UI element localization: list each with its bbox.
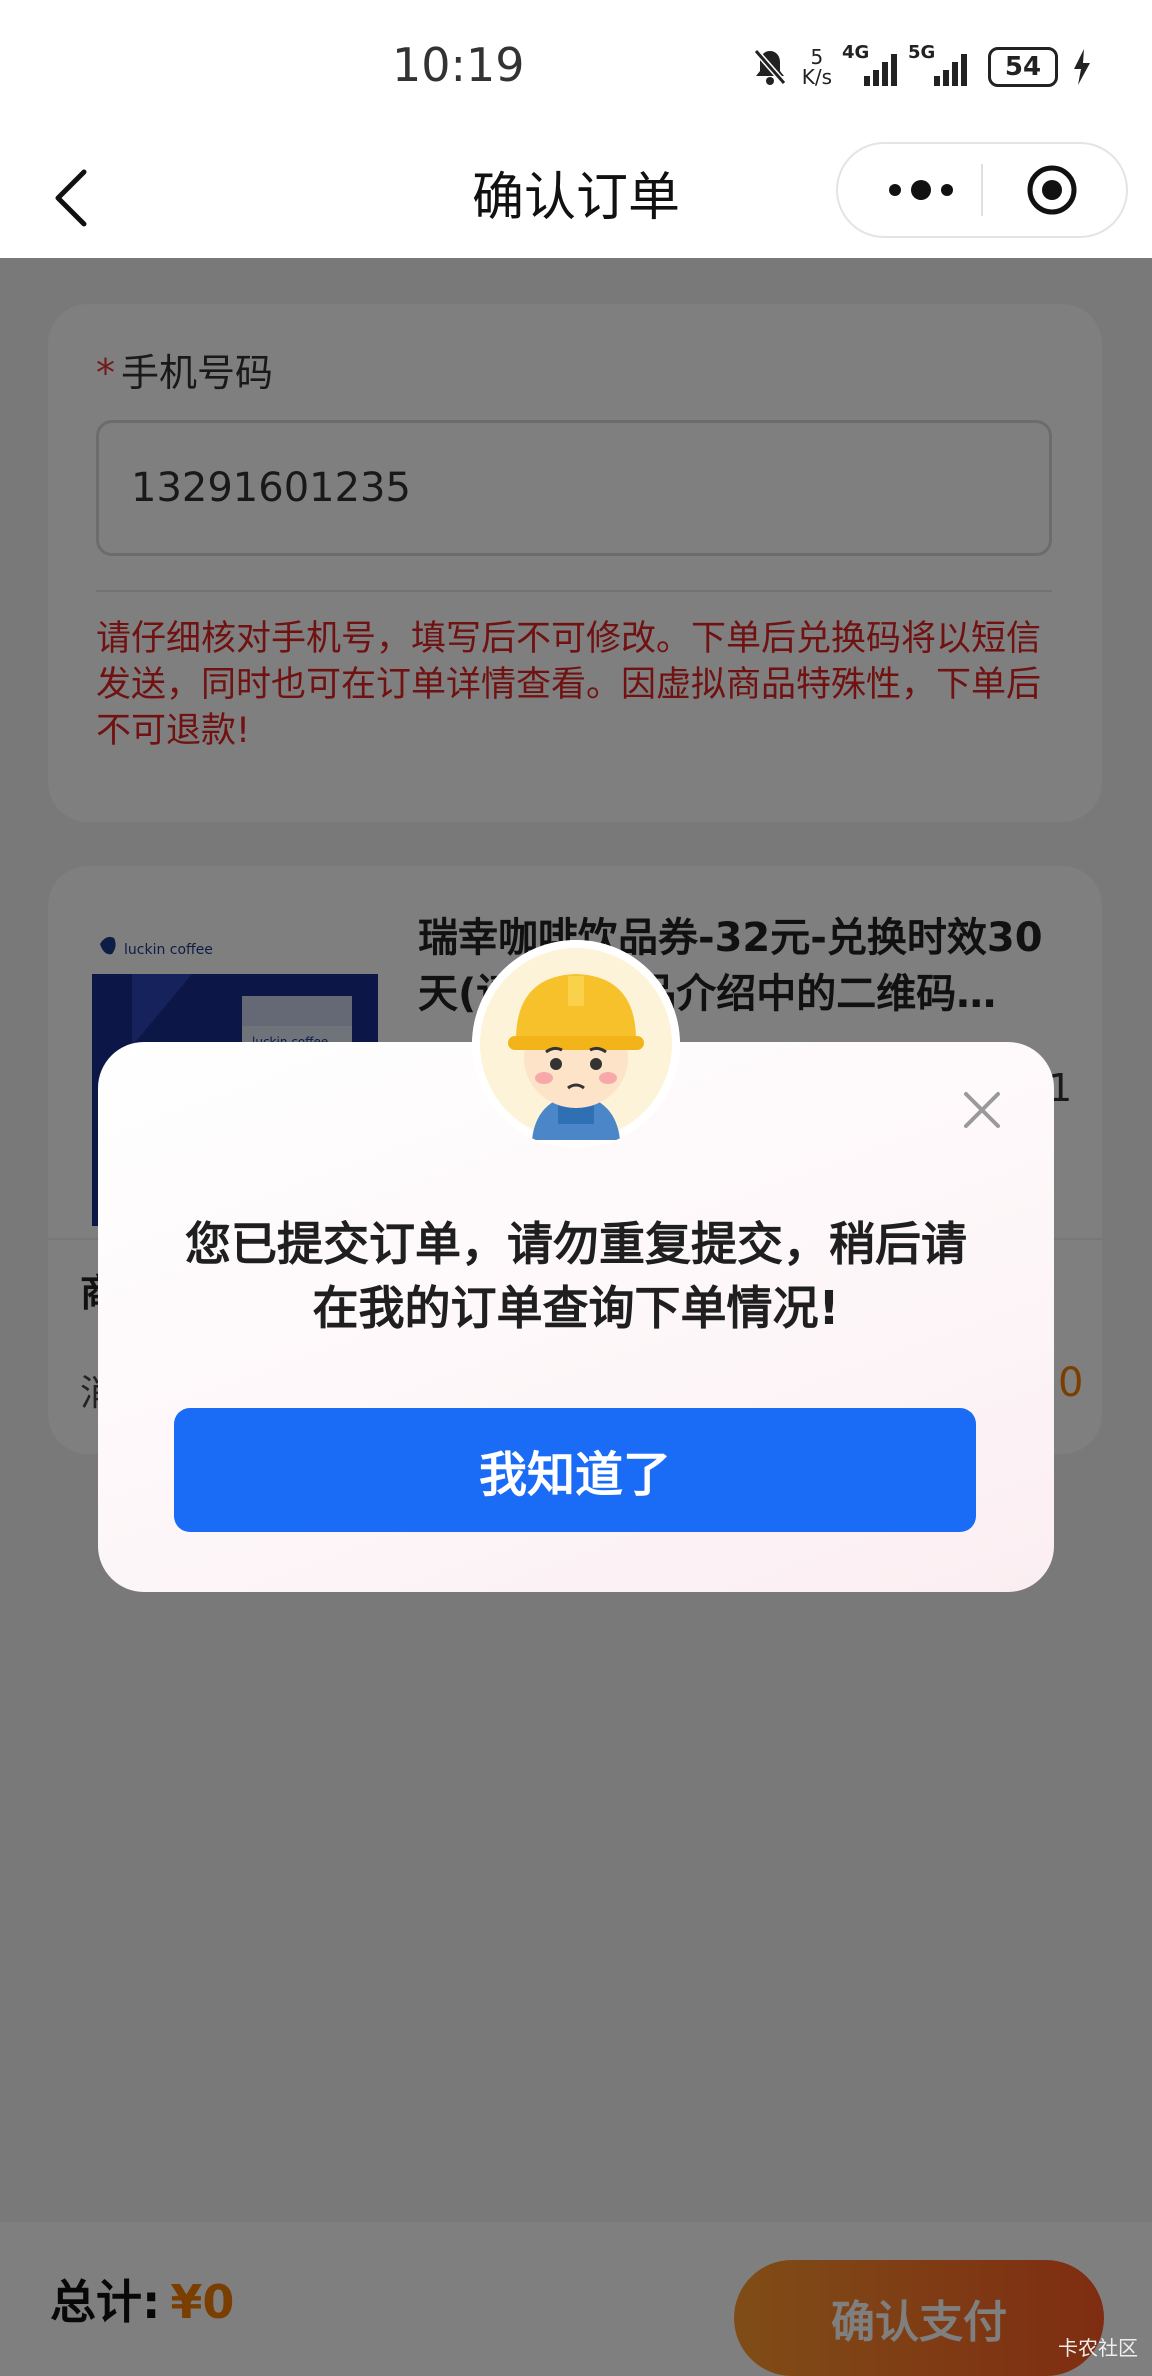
net-speed-unit: K/s <box>801 65 832 89</box>
battery-level: 54 <box>1004 52 1042 82</box>
more-dots-icon[interactable] <box>878 172 964 208</box>
signal-5g-icon: 5G <box>908 42 974 86</box>
status-bar: 10:19 5 K/s 4G 5G 54 <box>0 0 1152 136</box>
net-speed: 5 K/s <box>802 47 832 87</box>
miniprogram-capsule <box>836 142 1128 238</box>
ok-button[interactable]: 我知道了 <box>174 1408 976 1532</box>
capsule-divider <box>981 164 983 216</box>
dialog-message: 您已提交订单，请勿重复提交，稍后请在我的订单查询下单情况! <box>185 1217 967 1335</box>
signal-4g-icon: 4G <box>842 42 898 86</box>
watermark: 卡农社区 <box>1058 2336 1138 2360</box>
worker-mascot-icon <box>472 940 680 1148</box>
target-circle-icon[interactable] <box>1026 164 1078 216</box>
bell-mute-icon <box>753 49 786 85</box>
sim1-label: 4G <box>842 42 870 63</box>
close-icon[interactable] <box>958 1086 1006 1134</box>
status-time: 10:19 <box>392 38 525 92</box>
back-chevron-icon[interactable] <box>44 162 104 232</box>
net-speed-value: 5 <box>810 45 824 69</box>
charging-bolt-icon <box>1074 49 1090 85</box>
battery-icon: 54 <box>988 47 1058 87</box>
status-icons: 5 K/s 4G 5G 54 <box>752 42 1092 92</box>
nav-bar: 确认订单 <box>0 136 1152 258</box>
sim2-label: 5G <box>908 42 936 63</box>
